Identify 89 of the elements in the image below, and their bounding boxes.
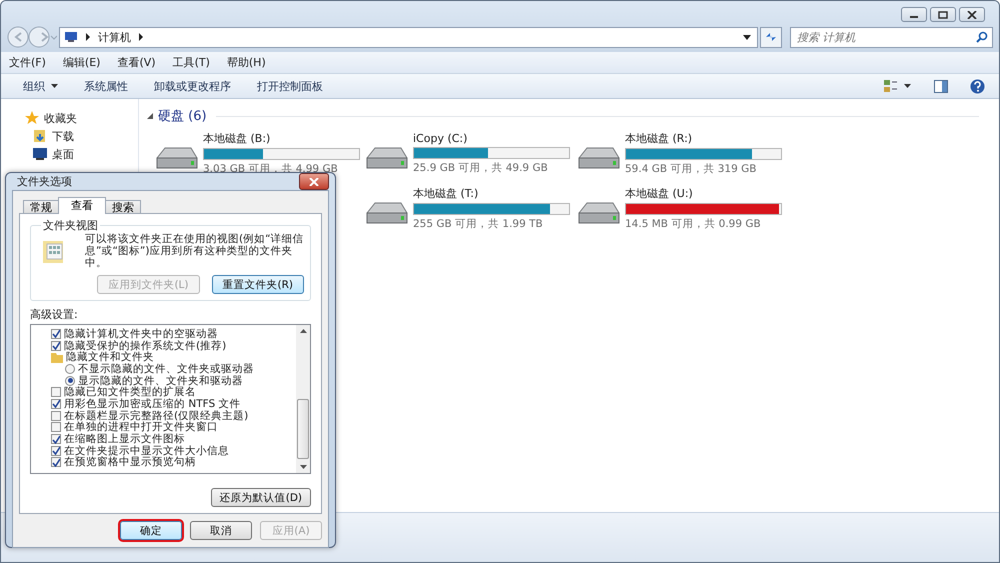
chevron-icon <box>85 33 91 41</box>
tab[interactable]: 搜索 <box>105 200 141 214</box>
drive-space: 59.4 GB 可用，共 319 GB <box>625 162 758 176</box>
checkbox[interactable] <box>51 387 61 398</box>
sidebar-item[interactable]: 下载 <box>33 127 138 145</box>
setting-row[interactable]: 用彩色显示加密或压缩的 NTFS 文件 <box>51 398 296 410</box>
close-button[interactable] <box>299 173 329 190</box>
preview-pane-icon[interactable] <box>934 80 948 92</box>
menu-item[interactable]: 工具(T) <box>172 55 210 70</box>
checkbox[interactable] <box>51 446 61 456</box>
dialog-button[interactable]: 取消 <box>190 521 252 540</box>
dialog-button[interactable]: 重置文件夹(R) <box>212 275 304 294</box>
radio-button[interactable] <box>65 364 75 374</box>
dialog-button[interactable]: 确定 <box>120 521 182 540</box>
setting-row[interactable]: 在预览窗格中显示预览句柄 <box>51 456 296 468</box>
refresh-icon <box>764 31 778 43</box>
drive-name: 本地磁盘 (B:) <box>203 131 272 146</box>
caret-icon <box>51 84 58 88</box>
checkbox[interactable] <box>51 398 61 409</box>
tab[interactable]: 查看 <box>58 197 106 214</box>
drive-space: 14.5 MB 可用，共 0.99 GB <box>625 217 762 231</box>
setting-row[interactable]: 在单独的进程中打开文件夹窗口 <box>51 422 296 434</box>
group-title: 文件夹视图 <box>42 218 99 233</box>
help-icon[interactable] <box>970 78 985 94</box>
checkbox[interactable] <box>51 434 61 444</box>
star-icon <box>25 111 39 125</box>
view-options-icon[interactable] <box>884 79 912 93</box>
setting-row[interactable]: 隐藏已知文件类型的扩展名 <box>51 386 296 398</box>
radio-button[interactable] <box>65 376 75 386</box>
drive-name: 本地磁盘 (U:) <box>625 186 694 201</box>
search-icon <box>976 30 988 42</box>
desktop-icon <box>33 148 47 160</box>
menu-item[interactable]: 查看(V) <box>117 55 156 70</box>
setting-row[interactable]: 在文件夹提示中显示文件大小信息 <box>51 444 296 457</box>
maximize-icon <box>938 10 948 18</box>
folder-icon <box>51 352 63 363</box>
checkbox[interactable] <box>51 457 61 468</box>
scrollbar[interactable] <box>296 325 310 473</box>
address-bar[interactable]: 计算机 <box>59 26 758 48</box>
drive-space: 25.9 GB 可用，共 49.9 GB <box>413 161 549 175</box>
breadcrumb-item[interactable]: 计算机 <box>98 30 131 44</box>
checkbox[interactable] <box>51 410 61 421</box>
drive-item[interactable]: 本地磁盘 (T:) 255 GB 可用，共 1.99 TB <box>365 186 577 231</box>
drive-item[interactable]: 本地磁盘 (U:) 14.5 MB 可用，共 0.99 GB <box>577 186 789 231</box>
menu-item[interactable]: 文件(F) <box>9 55 46 70</box>
search-field[interactable]: 搜索 计算机 <box>790 26 993 48</box>
setting-row[interactable]: 在缩略图上显示文件图标 <box>51 433 296 445</box>
sidebar-item[interactable]: 收藏夹 <box>25 109 138 127</box>
scroll-down-icon[interactable] <box>300 465 306 469</box>
drive-name: iCopy (C:) <box>413 132 468 145</box>
download-folder-icon <box>33 129 47 143</box>
close-icon <box>967 10 977 18</box>
dropdown-icon[interactable] <box>743 34 751 40</box>
computer-icon <box>64 31 78 43</box>
drive-name: 本地磁盘 (R:) <box>625 131 694 146</box>
group-title: 硬盘 (6) <box>158 108 207 125</box>
scroll-up-icon[interactable] <box>300 329 306 333</box>
setting-row[interactable]: 隐藏文件和文件夹 <box>51 351 296 364</box>
toolbar-button[interactable]: 卸载或更改程序 <box>146 78 241 94</box>
checkbox[interactable] <box>51 422 61 432</box>
setting-row[interactable]: 显示隐藏的文件、文件夹和驱动器 <box>51 374 296 386</box>
menu-item[interactable]: 帮助(H) <box>226 55 266 70</box>
refresh-button[interactable] <box>760 26 782 48</box>
restore-defaults-button[interactable]: 还原为默认值(D) <box>210 488 311 507</box>
setting-row[interactable]: 隐藏受保护的操作系统文件(推荐) <box>51 340 296 352</box>
toolbar-button[interactable]: 打开控制面板 <box>249 78 333 94</box>
minimize-button[interactable] <box>901 7 927 22</box>
tab[interactable]: 常规 <box>23 200 59 214</box>
menu-item[interactable]: 编辑(E) <box>62 55 100 70</box>
drive-space: 255 GB 可用，共 1.99 TB <box>413 217 544 231</box>
checkbox[interactable] <box>51 328 61 339</box>
collapse-icon[interactable] <box>147 113 153 119</box>
chevron-icon <box>138 33 144 41</box>
setting-row[interactable]: 不显示隐藏的文件、文件夹或驱动器 <box>51 363 296 375</box>
toolbar-button[interactable]: 组织 <box>15 78 68 94</box>
drive-item[interactable]: 本地磁盘 (R:) 59.4 GB 可用，共 319 GB <box>577 131 789 176</box>
description-text: 可以将该文件夹正在使用的视图(例如“详细信息”或“图标”)应用到所有这种类型的文件夹中。 <box>85 233 304 269</box>
checkbox[interactable] <box>51 340 61 351</box>
toolbar-button[interactable]: 系统属性 <box>76 78 138 94</box>
maximize-button[interactable] <box>930 7 956 22</box>
drive-name: 本地磁盘 (T:) <box>413 186 480 201</box>
setting-row[interactable]: 在标题栏显示完整路径(仅限经典主题) <box>51 410 296 422</box>
section-label: 高级设置: <box>30 307 79 322</box>
sidebar-item[interactable]: 桌面 <box>33 145 138 163</box>
setting-row[interactable]: 隐藏计算机文件夹中的空驱动器 <box>51 328 296 340</box>
drive-item[interactable]: iCopy (C:) 25.9 GB 可用，共 49.9 GB <box>365 131 577 176</box>
close-button[interactable] <box>959 7 985 22</box>
close-icon <box>309 178 319 186</box>
dialog-title: 文件夹选项 <box>17 174 72 189</box>
